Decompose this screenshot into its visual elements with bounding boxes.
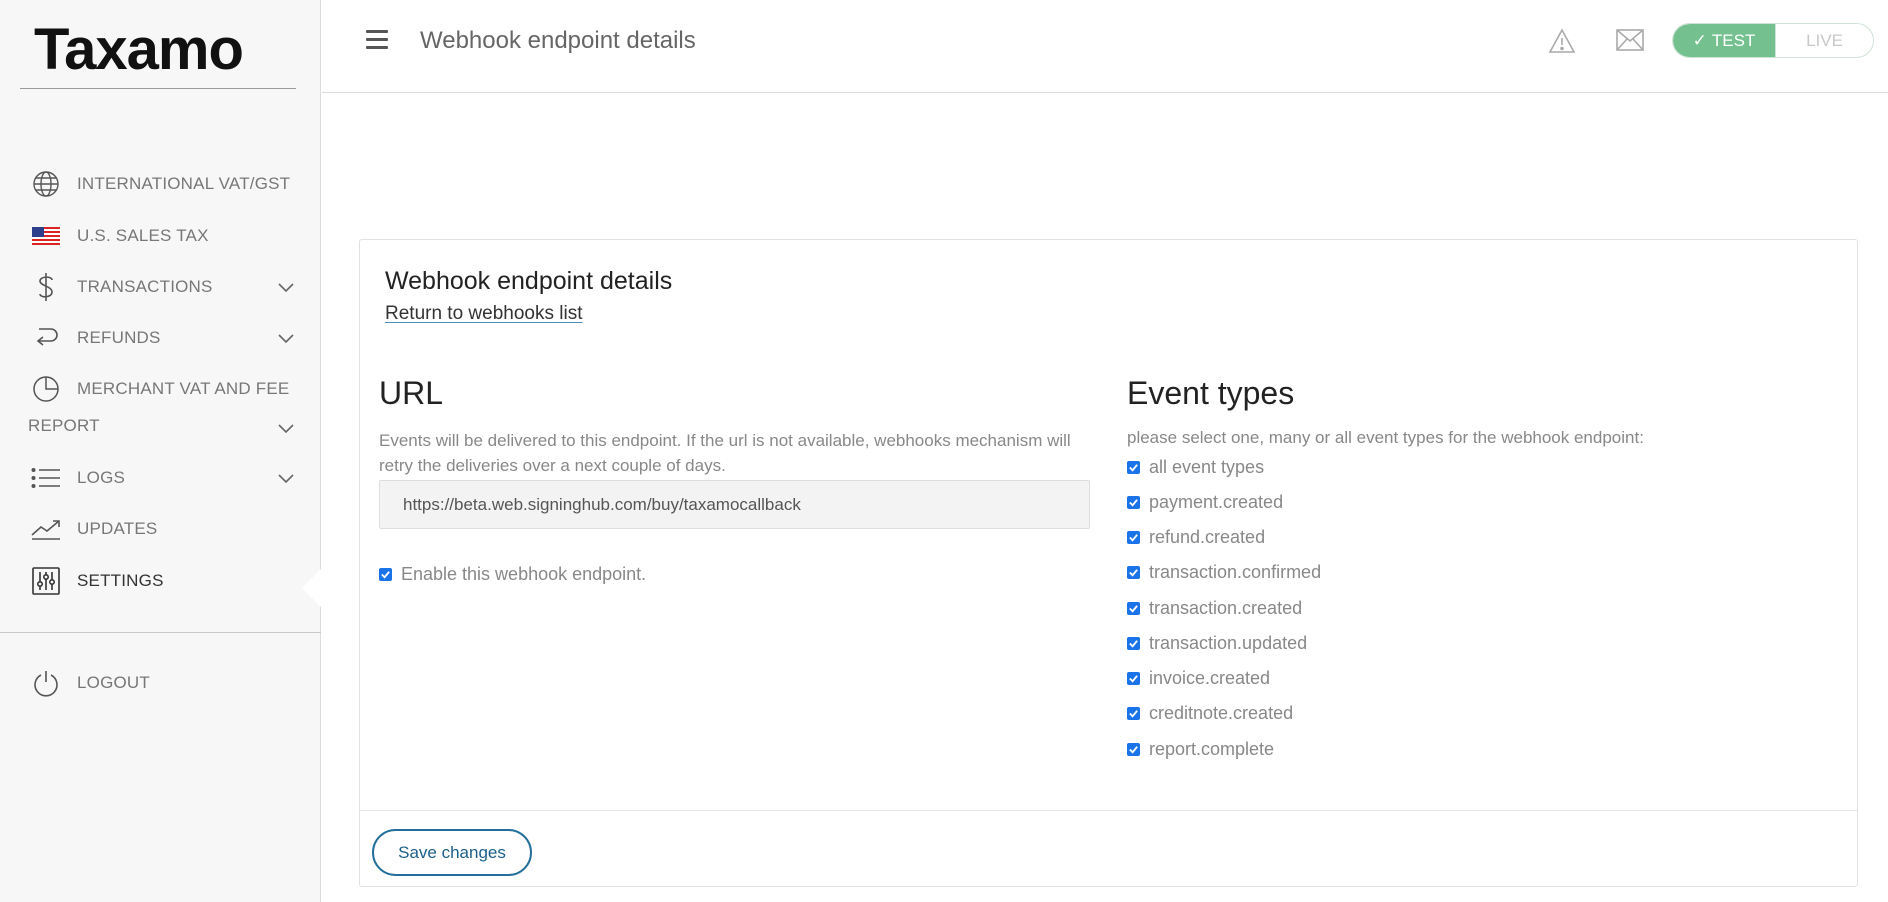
event-checkbox[interactable] <box>1127 672 1140 685</box>
sidebar-item-refunds[interactable]: REFUNDS <box>0 318 321 358</box>
sidebar-item-settings[interactable]: SETTINGS <box>0 561 321 601</box>
event-label: transaction.updated <box>1149 633 1308 653</box>
mail-icon[interactable] <box>1616 29 1644 51</box>
sidebar-item-label: MERCHANT VAT AND FEE <box>77 379 290 398</box>
event-type-transaction-created[interactable]: transaction.created <box>1127 598 1302 619</box>
card-footer-divider <box>360 810 1857 811</box>
env-live-option[interactable]: LIVE <box>1775 24 1873 57</box>
check-icon: ✓ <box>1692 30 1707 50</box>
event-label: transaction.confirmed <box>1149 562 1322 582</box>
menu-icon[interactable] <box>366 30 390 52</box>
event-checkbox[interactable] <box>1127 602 1140 615</box>
event-checkbox[interactable] <box>1127 743 1140 756</box>
webhook-details-card: Webhook endpoint details Return to webho… <box>359 239 1858 887</box>
sidebar-item-label: SETTINGS <box>77 571 164 590</box>
event-label: creditnote.created <box>1149 703 1294 723</box>
warning-icon[interactable] <box>1548 28 1576 54</box>
event-label: payment.created <box>1149 492 1284 512</box>
us-flag-icon <box>31 221 61 251</box>
sliders-icon <box>31 566 61 596</box>
sidebar-item-label: REFUNDS <box>77 328 161 347</box>
enable-endpoint-checkbox[interactable] <box>379 568 392 581</box>
dollar-icon <box>31 272 61 302</box>
sidebar-item-label: TRANSACTIONS <box>77 277 213 296</box>
enable-endpoint-label: Enable this webhook endpoint. <box>401 564 647 584</box>
refund-icon <box>31 323 61 353</box>
event-label: transaction.created <box>1149 598 1303 618</box>
event-type-creditnote-created[interactable]: creditnote.created <box>1127 703 1293 724</box>
event-type-transaction-updated[interactable]: transaction.updated <box>1127 633 1307 654</box>
event-label: refund.created <box>1149 527 1266 547</box>
logo-divider <box>20 88 296 89</box>
sidebar-item-international-vat[interactable]: INTERNATIONAL VAT/GST <box>0 164 321 204</box>
chevron-down-icon[interactable] <box>276 328 296 348</box>
sidebar-divider <box>0 632 321 633</box>
event-type-invoice-created[interactable]: invoice.created <box>1127 668 1270 689</box>
sidebar-item-label: LOGOUT <box>77 673 150 692</box>
sidebar-item-label: LOGS <box>77 468 126 487</box>
event-type-report-complete[interactable]: report.complete <box>1127 739 1274 760</box>
top-header: Webhook endpoint details ✓ TEST LIVE <box>322 0 1888 93</box>
event-label: all event types <box>1149 457 1265 477</box>
url-description: Events will be delivered to this endpoin… <box>379 431 1071 475</box>
sidebar-item-transactions[interactable]: TRANSACTIONS <box>0 267 321 307</box>
event-checkbox[interactable] <box>1127 566 1140 579</box>
taxamo-logo[interactable]: Taxamo <box>34 16 244 83</box>
sidebar-item-logout[interactable]: LOGOUT <box>0 663 321 703</box>
sidebar-item-merchant-vat-report[interactable]: MERCHANT VAT AND FEE <box>0 369 321 409</box>
sidebar-item-label: UPDATES <box>77 519 158 538</box>
trend-icon <box>31 514 61 544</box>
active-indicator <box>302 568 322 608</box>
sidebar-item-label-continued: REPORT <box>28 416 100 435</box>
sidebar-item-label: INTERNATIONAL VAT/GST <box>77 174 291 193</box>
globe-icon <box>31 169 61 199</box>
return-to-webhooks-link[interactable]: Return to webhooks list <box>385 303 583 325</box>
chevron-down-icon[interactable] <box>276 468 296 488</box>
save-changes-button[interactable]: Save changes <box>372 829 532 876</box>
event-type-refund-created[interactable]: refund.created <box>1127 527 1265 548</box>
env-test-option[interactable]: ✓ TEST <box>1673 24 1775 57</box>
event-label: report.complete <box>1149 739 1275 759</box>
event-checkbox[interactable] <box>1127 531 1140 544</box>
event-checkbox[interactable] <box>1127 637 1140 650</box>
card-title: Webhook endpoint details <box>385 267 673 295</box>
sidebar: Taxamo INTERNATIONAL VAT/GST U.S. SALES … <box>0 0 322 902</box>
url-section-title: URL <box>379 375 444 411</box>
event-type-payment-created[interactable]: payment.created <box>1127 492 1283 513</box>
event-type-all[interactable]: all event types <box>1127 457 1264 478</box>
pie-chart-icon <box>31 374 61 404</box>
enable-endpoint-checkbox-row[interactable]: Enable this webhook endpoint. <box>379 564 646 585</box>
page-title: Webhook endpoint details <box>420 27 696 54</box>
sidebar-item-updates[interactable]: UPDATES <box>0 509 321 549</box>
event-types-description: please select one, many or all event typ… <box>1127 428 1644 447</box>
list-icon <box>31 463 61 493</box>
event-type-transaction-confirmed[interactable]: transaction.confirmed <box>1127 562 1321 583</box>
environment-toggle[interactable]: ✓ TEST LIVE <box>1672 23 1874 58</box>
url-input[interactable] <box>379 480 1090 529</box>
env-live-label: LIVE <box>1806 30 1843 50</box>
power-icon <box>31 668 61 698</box>
event-checkbox[interactable] <box>1127 461 1140 474</box>
sidebar-item-us-sales-tax[interactable]: U.S. SALES TAX <box>0 216 321 256</box>
event-types-section-title: Event types <box>1127 375 1295 411</box>
sidebar-item-logs[interactable]: LOGS <box>0 458 321 498</box>
event-checkbox[interactable] <box>1127 496 1140 509</box>
chevron-down-icon[interactable] <box>276 418 296 438</box>
env-test-label: TEST <box>1711 30 1756 50</box>
event-label: invoice.created <box>1149 668 1271 688</box>
chevron-down-icon[interactable] <box>276 277 296 297</box>
event-checkbox[interactable] <box>1127 707 1140 720</box>
sidebar-item-label: U.S. SALES TAX <box>77 226 209 245</box>
